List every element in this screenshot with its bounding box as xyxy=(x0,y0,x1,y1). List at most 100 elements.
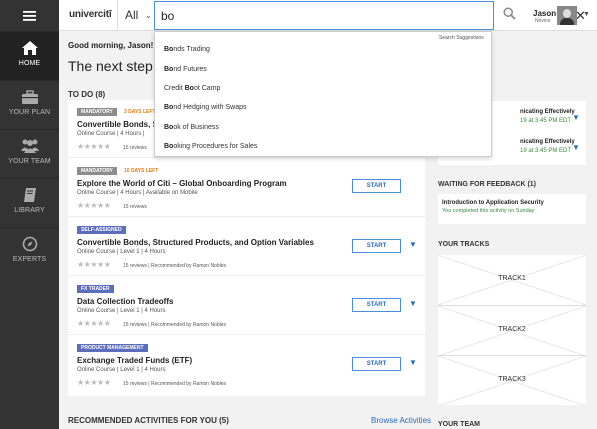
start-button[interactable]: START xyxy=(352,239,401,253)
nav-item-library[interactable]: LIBRARY xyxy=(0,178,59,227)
search-icon[interactable] xyxy=(503,7,516,20)
upcoming-title: nicating Effectively xyxy=(520,139,575,145)
track-item[interactable]: TRACK2 xyxy=(438,305,586,356)
suggestion-item[interactable]: Bond Futures xyxy=(164,66,207,73)
reviews-count: 15 reviews | Recommended by Ramon Nobles xyxy=(123,322,227,328)
suggestion-match: Bo xyxy=(164,104,174,111)
suggestion-item[interactable]: Bonds Trading xyxy=(164,46,210,53)
suggestion-match: Bo xyxy=(164,66,174,73)
rating-stars: ★★★★★ xyxy=(77,319,111,328)
recommended-header: RECOMMENDED ACTIVITIES FOR YOU (5) xyxy=(68,416,229,425)
suggestion-suffix: nd Futures xyxy=(173,66,207,73)
reviews-count: 15 reviews xyxy=(123,145,147,151)
chevron-down-icon[interactable]: ▼ xyxy=(409,299,417,308)
suggestion-prefix: Credit xyxy=(164,85,185,92)
track-item[interactable]: TRACK3 xyxy=(438,355,586,406)
header-divider xyxy=(117,0,118,31)
suggestions-header: Search Suggestions xyxy=(439,35,484,41)
nav-label-home: HOME xyxy=(18,60,41,67)
tracks-list: TRACK1 TRACK2 TRACK3 xyxy=(438,255,586,406)
track-label: TRACK2 xyxy=(498,326,526,333)
suggestion-suffix: nd Hedging with Swaps xyxy=(173,104,247,111)
search-scope-select[interactable]: All xyxy=(125,8,138,22)
due-label: 10 DAYS LEFT xyxy=(124,168,159,174)
suggestion-item[interactable]: Credit Boot Camp xyxy=(164,85,220,92)
suggestion-item[interactable]: Book of Business xyxy=(164,124,219,131)
suggestion-suffix: oking Procedures for Sales xyxy=(173,143,258,150)
logo[interactable]: univercitī xyxy=(69,9,112,20)
start-button[interactable]: START xyxy=(352,298,401,312)
start-button[interactable]: START xyxy=(352,357,401,371)
todo-item[interactable]: SELF-ASSIGNED Convertible Bonds, Structu… xyxy=(68,218,425,276)
todo-header: TO DO (8) xyxy=(68,90,106,99)
item-title[interactable]: Exchange Traded Funds (ETF) xyxy=(77,356,192,365)
status-badge: FX TRADER xyxy=(77,285,114,293)
hamburger-icon xyxy=(23,10,36,21)
left-nav: HOME YOUR PLAN YOUR TEAM LIBRARY EXPERTS xyxy=(0,0,59,429)
start-button[interactable]: START xyxy=(352,179,401,193)
item-meta: Online Course | Level 1 | 4 Hours xyxy=(77,367,166,373)
user-name: Jason xyxy=(533,9,557,18)
status-badge: PRODUCT MANAGEMENT xyxy=(77,344,148,352)
user-role: Novice xyxy=(535,18,551,24)
todo-item[interactable]: MANDATORY 10 DAYS LEFT Explore the World… xyxy=(68,159,425,217)
item-title[interactable]: Explore the World of Citi – Global Onboa… xyxy=(77,179,287,188)
reviews-count: 15 reviews | Recommended by Ramon Nobles xyxy=(123,263,227,269)
team-icon xyxy=(20,139,39,153)
nav-label-library: LIBRARY xyxy=(14,207,45,214)
suggestion-match: Bo xyxy=(164,143,174,150)
waiting-title: Introduction to Application Security xyxy=(442,200,544,206)
avatar[interactable] xyxy=(557,6,577,25)
chevron-down-icon[interactable]: ▼ xyxy=(572,143,580,152)
track-label: TRACK1 xyxy=(498,275,526,282)
reviews-count: 15 reviews xyxy=(123,204,147,210)
suggestion-item[interactable]: Bond Hedging with Swaps xyxy=(164,104,247,111)
chevron-down-icon[interactable]: ▼ xyxy=(409,358,417,367)
nav-item-your-plan[interactable]: YOUR PLAN xyxy=(0,80,59,129)
item-title[interactable]: Convertible Bonds, Structured Products, … xyxy=(77,238,314,247)
rating-stars: ★★★★★ xyxy=(77,378,111,387)
logo-text: univercitī xyxy=(69,9,112,20)
suggestion-item[interactable]: Booking Procedures for Sales xyxy=(164,143,257,150)
waiting-subtitle: You completed this activity on Sunday xyxy=(442,208,535,214)
nav-item-home[interactable]: HOME xyxy=(0,31,59,80)
rating-stars: ★★★★★ xyxy=(77,142,111,151)
chevron-down-icon[interactable]: ▼ xyxy=(409,240,417,249)
tracks-header: YOUR TRACKS xyxy=(438,241,490,248)
suggestion-suffix: ot Camp xyxy=(193,85,221,92)
nav-label-your-plan: YOUR PLAN xyxy=(8,109,51,116)
item-meta: Online Course | 4 Hours | Available on M… xyxy=(77,190,198,196)
browse-activities-link[interactable]: Browse Activities xyxy=(371,416,431,425)
chevron-down-icon[interactable]: ▼ xyxy=(572,113,580,122)
home-icon xyxy=(21,41,38,55)
chevron-down-icon[interactable]: ⌄ xyxy=(145,11,152,20)
rating-stars: ★★★★★ xyxy=(77,201,111,210)
item-title[interactable]: Data Collection Tradeoffs xyxy=(77,297,173,306)
rating-stars: ★★★★★ xyxy=(77,260,111,269)
track-item[interactable]: TRACK1 xyxy=(438,255,586,305)
top-header: univercitī All ⌄ ✕ Jason Novice ▼ xyxy=(59,0,597,31)
upcoming-time: 19 at 3:45 PM EDT xyxy=(520,118,572,124)
item-meta: Online Course | Level 1 | 4 Hours xyxy=(77,308,166,314)
menu-button[interactable] xyxy=(0,0,59,31)
upcoming-title: nicating Effectively xyxy=(520,109,575,115)
todo-item[interactable]: FX TRADER Data Collection Tradeoffs Onli… xyxy=(68,277,425,335)
search-input[interactable] xyxy=(161,8,461,24)
user-menu-chevron-icon[interactable]: ▼ xyxy=(583,11,590,18)
waiting-header: WAITING FOR FEEDBACK (1) xyxy=(438,181,536,188)
nav-item-your-team[interactable]: YOUR TEAM xyxy=(0,129,59,178)
reviews-count: 15 reviews | Recommended by Ramon Nobles xyxy=(123,381,227,387)
todo-item[interactable]: PRODUCT MANAGEMENT Exchange Traded Funds… xyxy=(68,336,425,394)
avatar-body xyxy=(560,18,574,25)
search-box: ✕ xyxy=(154,1,586,30)
search-suggestions-dropdown: Search Suggestions Bonds Trading Bond Fu… xyxy=(154,31,492,157)
nav-label-experts: EXPERTS xyxy=(12,256,47,263)
book-icon xyxy=(23,188,36,202)
item-meta: Online Course | 4 Hours | xyxy=(77,131,145,137)
avatar-head xyxy=(563,9,571,18)
waiting-item[interactable]: Introduction to Application Security You… xyxy=(438,194,586,224)
suggestion-match: Bo xyxy=(164,124,174,131)
greeting: Good morning, Jason! xyxy=(68,41,154,50)
nav-item-experts[interactable]: EXPERTS xyxy=(0,227,59,276)
suggestion-suffix: nds Trading xyxy=(173,46,210,53)
